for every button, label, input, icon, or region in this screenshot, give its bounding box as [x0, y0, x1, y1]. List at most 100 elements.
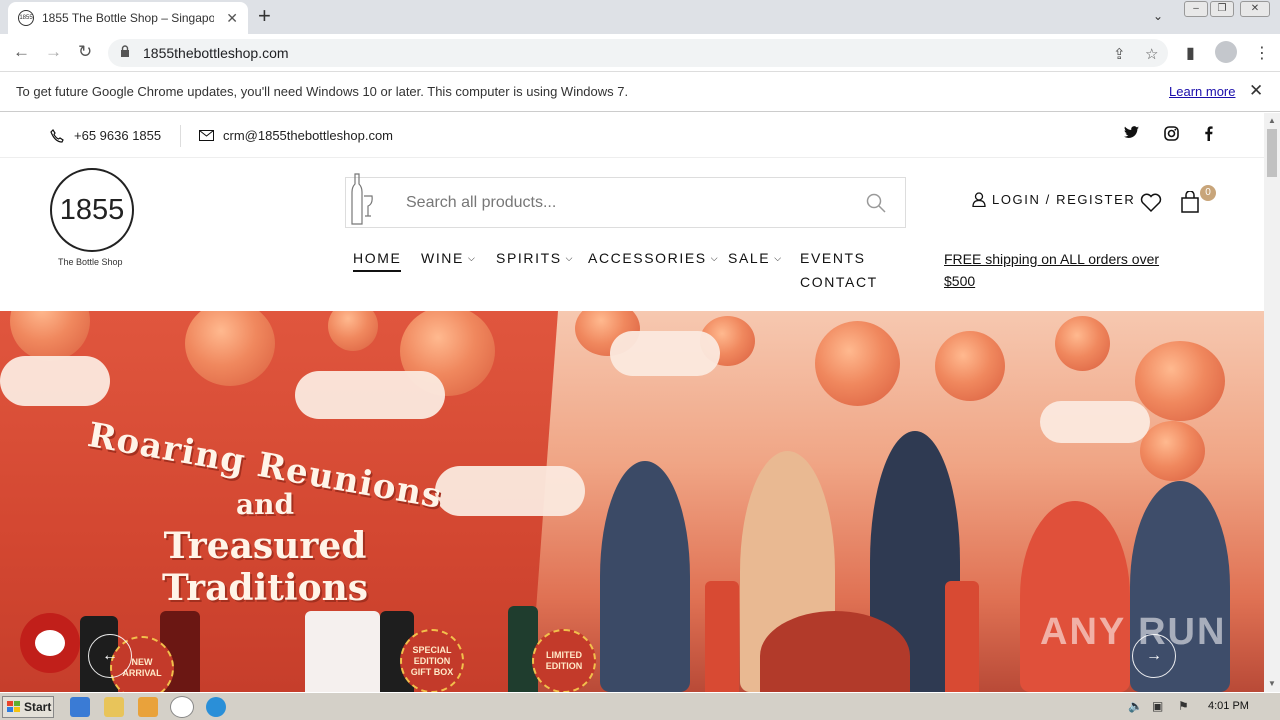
special-edition-badge: SPECIAL EDITION GIFT BOX — [400, 629, 464, 692]
hotpot-bowl — [760, 611, 910, 692]
wine-bottle-glass-icon — [351, 173, 373, 225]
gift-box-image — [305, 611, 380, 692]
bookmark-star-icon[interactable]: ☆ — [1145, 45, 1158, 63]
limited-edition-badge: LIMITED EDITION — [532, 629, 596, 692]
action-center-flag-icon[interactable]: ⚑ — [1178, 699, 1189, 713]
chat-bubble-icon — [35, 630, 65, 656]
hero-banner[interactable]: Roaring Reunions and Treasured Tradition… — [0, 311, 1264, 692]
windows-logo-icon — [7, 701, 20, 712]
edge-icon[interactable] — [206, 697, 226, 717]
nav-home-label: HOME — [353, 250, 402, 266]
cloud-decoration — [1040, 401, 1150, 443]
media-player-icon[interactable] — [138, 697, 158, 717]
shopping-bag-icon[interactable] — [1180, 191, 1200, 213]
share-icon[interactable]: ⇪ — [1113, 45, 1126, 63]
nav-sale-label: SALE — [728, 250, 771, 266]
cloud-decoration — [0, 356, 110, 406]
phone-contact[interactable]: +65 9636 1855 — [50, 128, 161, 143]
wine-bottle-image — [705, 581, 739, 692]
phone-number: +65 9636 1855 — [74, 128, 162, 143]
email-contact[interactable]: crm@1855thebottleshop.com — [199, 128, 393, 143]
tab-close-icon[interactable]: ✕ — [226, 10, 238, 27]
user-icon — [972, 192, 986, 207]
internet-explorer-icon[interactable] — [70, 697, 90, 717]
tab-search-chevron-icon[interactable]: ⌄ — [1153, 9, 1163, 23]
illustrated-person — [1020, 501, 1130, 692]
illustrated-person — [600, 461, 690, 692]
chevron-down-icon: ⌵ — [565, 252, 575, 263]
browser-tab[interactable]: 1855 1855 The Bottle Shop – Singapore's … — [8, 2, 248, 34]
volume-icon[interactable]: 🔈 — [1128, 699, 1143, 713]
start-label: Start — [24, 700, 52, 714]
chevron-down-icon: ⌵ — [710, 252, 720, 263]
forward-arrow-icon[interactable]: → — [45, 42, 62, 62]
profile-avatar-icon[interactable] — [1215, 41, 1237, 63]
chevron-down-icon: ⌵ — [467, 252, 477, 263]
nav-events-label: EVENTS — [800, 250, 866, 266]
network-icon[interactable]: ▣ — [1152, 699, 1163, 713]
account-label: LOGIN / REGISTER — [992, 192, 1136, 207]
lantern-decoration — [815, 321, 900, 406]
tab-title: 1855 The Bottle Shop – Singapore's — [42, 11, 214, 25]
start-button[interactable]: Start — [2, 696, 54, 718]
free-shipping-promo-link[interactable]: FREE shipping on ALL orders over $500 — [944, 248, 1194, 292]
nav-spirits-label: SPIRITS — [496, 250, 562, 266]
cart-count-badge: 0 — [1200, 185, 1216, 201]
lantern-decoration — [1055, 316, 1110, 371]
browser-toolbar: ← → ↻ 1855thebottleshop.com ⇪ ☆ ▮ ⋮ — [0, 34, 1280, 72]
browser-tab-bar: 1855 1855 The Bottle Shop – Singapore's … — [0, 0, 1280, 34]
nav-accessories[interactable]: ACCESSORIES ⌵ — [588, 250, 719, 266]
page-scrollbar[interactable]: ▲ ▼ — [1264, 113, 1280, 692]
scroll-down-arrow-icon[interactable]: ▼ — [1268, 679, 1276, 688]
side-panel-icon[interactable]: ▮ — [1186, 43, 1195, 63]
twitter-icon[interactable] — [1124, 126, 1139, 144]
lantern-decoration — [1140, 421, 1205, 481]
search-input[interactable] — [406, 190, 846, 216]
lock-icon — [121, 45, 129, 57]
nav-home[interactable]: HOME — [353, 250, 402, 272]
slider-prev-arrow-icon[interactable]: ← — [88, 634, 132, 678]
scroll-up-arrow-icon[interactable]: ▲ — [1268, 116, 1276, 125]
file-explorer-icon[interactable] — [104, 697, 124, 717]
cloud-decoration — [295, 371, 445, 419]
hero-headline: Roaring Reunions and Treasured Tradition… — [75, 415, 455, 609]
browser-menu-icon[interactable]: ⋮ — [1254, 43, 1270, 63]
nav-contact-label: CONTACT — [800, 274, 878, 290]
mail-icon — [199, 130, 214, 141]
back-arrow-icon[interactable]: ← — [13, 42, 30, 62]
window-restore-button[interactable]: ❐ — [1210, 1, 1234, 17]
chrome-taskbar-icon[interactable] — [170, 696, 194, 718]
nav-contact[interactable]: CONTACT — [800, 274, 878, 290]
taskbar-clock[interactable]: 4:01 PM — [1208, 700, 1249, 712]
site-logo[interactable]: 1855 — [50, 168, 134, 252]
login-register-link[interactable]: LOGIN / REGISTER — [972, 192, 1135, 207]
chat-widget-button[interactable] — [20, 613, 80, 673]
wishlist-heart-icon[interactable] — [1140, 193, 1162, 213]
chevron-down-icon: ⌵ — [774, 252, 783, 263]
window-close-button[interactable]: ✕ — [1240, 1, 1270, 17]
nav-events[interactable]: EVENTS — [800, 250, 866, 266]
reload-icon[interactable]: ↻ — [78, 42, 92, 62]
nav-accessories-label: ACCESSORIES — [588, 250, 707, 266]
address-url[interactable]: 1855thebottleshop.com — [143, 45, 289, 61]
new-tab-button[interactable]: + — [258, 5, 271, 27]
address-bar[interactable]: 1855thebottleshop.com ⇪ ☆ — [108, 39, 1168, 67]
cloud-decoration — [435, 466, 585, 516]
facebook-icon[interactable] — [1204, 126, 1213, 146]
infobar-close-icon[interactable]: ✕ — [1249, 81, 1263, 101]
learn-more-link[interactable]: Learn more — [1169, 84, 1235, 99]
nav-sale[interactable]: SALE ⌵ — [728, 250, 783, 266]
scrollbar-thumb[interactable] — [1267, 129, 1277, 177]
cloud-decoration — [610, 331, 720, 376]
nav-wine[interactable]: WINE ⌵ — [421, 250, 476, 266]
update-infobar: To get future Google Chrome updates, you… — [0, 72, 1280, 112]
lantern-decoration — [1135, 341, 1225, 421]
instagram-icon[interactable] — [1164, 126, 1179, 146]
windows-taskbar: Start 🔈 ▣ ⚑ 4:01 PM — [0, 692, 1280, 720]
wine-bottle-image — [945, 581, 979, 692]
web-page: +65 9636 1855 crm@1855thebottleshop.com … — [0, 113, 1264, 692]
nav-spirits[interactable]: SPIRITS ⌵ — [496, 250, 574, 266]
hero-title-line3: Treasured Traditions — [161, 525, 369, 609]
search-icon[interactable] — [866, 193, 886, 213]
window-minimize-button[interactable]: – — [1184, 1, 1208, 17]
